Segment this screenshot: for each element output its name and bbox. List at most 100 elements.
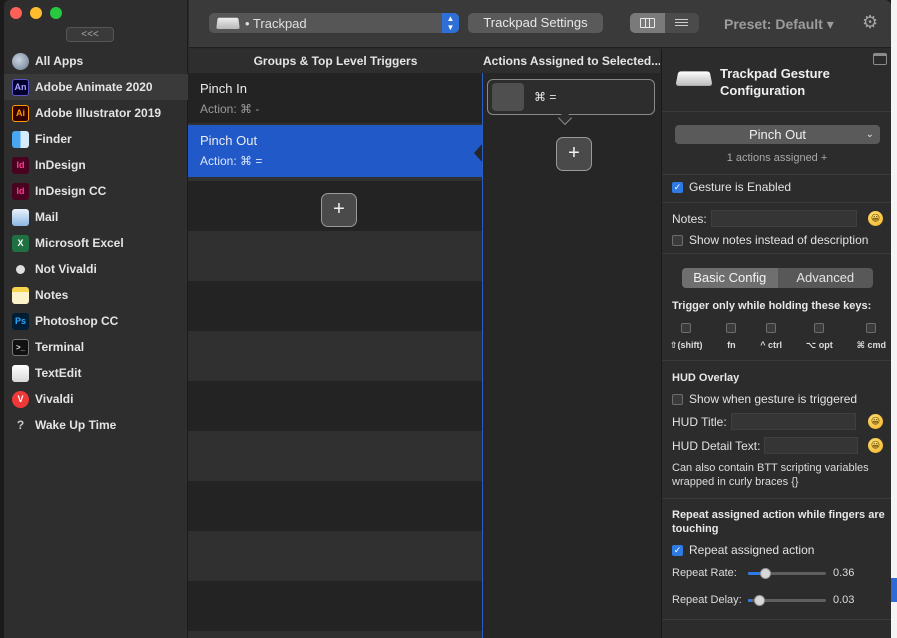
trigger-action: Action: ⌘ =: [200, 154, 263, 168]
trigger-action: Action: ⌘ -: [200, 102, 260, 116]
sidebar-item-vivaldi[interactable]: V Vivaldi: [4, 386, 188, 412]
config-title: Trackpad Gesture Configuration: [720, 66, 830, 98]
sidebar-item-label: Notes: [35, 288, 69, 302]
add-action-button[interactable]: +: [556, 137, 592, 171]
gesture-select-value: Pinch Out: [748, 127, 807, 142]
sidebar-item-label: Photoshop CC: [35, 314, 119, 328]
columns-icon: [639, 18, 655, 28]
gear-icon[interactable]: ⚙: [862, 12, 878, 33]
list-row-background: [188, 381, 482, 431]
sidebar-item-finder[interactable]: Finder: [4, 126, 188, 152]
sidebar-item-label: Adobe Illustrator 2019: [35, 106, 162, 120]
globe-icon: [12, 52, 29, 70]
toolbar: • Trackpad ▲ ▼ Trackpad Settings Preset: …: [189, 0, 891, 48]
view-mode-toggle: [630, 13, 699, 33]
btt-window: <<< All Apps An Adobe Animate 2020 Ai Ad…: [4, 0, 891, 638]
sidebar-item-adobe-animate[interactable]: An Adobe Animate 2020: [4, 74, 188, 100]
sidebar-item-label: InDesign: [35, 158, 86, 172]
vivaldi-icon: V: [12, 390, 29, 408]
collapse-sidebar-button[interactable]: <<<: [66, 27, 114, 42]
actions-assigned-count[interactable]: 1 actions assigned +: [662, 152, 891, 164]
sidebar-item-photoshop-cc[interactable]: Ps Photoshop CC: [4, 308, 188, 334]
sidebar-item-label: All Apps: [35, 54, 84, 68]
hud-section: [662, 361, 891, 499]
dot-icon: [16, 264, 25, 274]
trigger-name: Pinch Out: [200, 133, 258, 148]
mail-icon: [12, 208, 29, 226]
enabled-section: [662, 175, 891, 203]
zoom-window-button[interactable]: [50, 7, 62, 19]
sidebar-item-label: TextEdit: [35, 366, 82, 380]
device-select[interactable]: • Trackpad ▲ ▼: [209, 13, 459, 33]
config-header: Trackpad Gesture Configuration: [662, 49, 891, 112]
close-window-button[interactable]: [10, 7, 22, 19]
terminal-icon: >_: [12, 338, 29, 356]
trackpad-icon: [216, 17, 240, 30]
indesign-icon: Id: [12, 156, 29, 174]
sidebar-item-terminal[interactable]: >_ Terminal: [4, 334, 188, 360]
column-view-button[interactable]: [630, 13, 665, 33]
sidebar-item-label: InDesign CC: [35, 184, 107, 198]
list-row-background: [188, 581, 482, 631]
list-view-button[interactable]: [664, 13, 699, 33]
trigger-name: Pinch In: [200, 81, 247, 96]
updown-chevron-icon: ▲ ▼: [442, 13, 459, 33]
sidebar-item-not-vivaldi[interactable]: Not Vivaldi: [4, 256, 188, 282]
list-icon: [675, 18, 689, 28]
gesture-select[interactable]: Pinch Out ⌄: [675, 125, 880, 144]
adobe-animate-icon: An: [12, 78, 29, 96]
notes-icon: [12, 286, 29, 304]
app-list: All Apps An Adobe Animate 2020 Ai Adobe …: [4, 48, 188, 438]
actions-list: ⌘ = +: [482, 73, 661, 638]
preset-selector[interactable]: Preset: Default ▾: [724, 16, 834, 33]
sidebar-item-label: Microsoft Excel: [35, 236, 124, 250]
triggers-list: Pinch In Action: ⌘ - Pinch Out Action: ⌘…: [188, 73, 483, 638]
sidebar-item-label: Adobe Animate 2020: [35, 80, 153, 94]
action-label: ⌘ =: [534, 90, 557, 104]
sidebar-item-wake-up-time[interactable]: ? Wake Up Time: [4, 412, 188, 438]
action-thumbnail: [492, 83, 524, 111]
sidebar-item-adobe-illustrator[interactable]: Ai Adobe Illustrator 2019: [4, 100, 188, 126]
list-row-background: [188, 481, 482, 531]
sidebar-item-label: Wake Up Time: [35, 418, 117, 432]
sidebar-item-notes[interactable]: Notes: [4, 282, 188, 308]
chevron-down-icon: ⌄: [865, 129, 874, 140]
add-trigger-button[interactable]: +: [321, 193, 357, 227]
window-controls: [10, 7, 62, 19]
device-select-value: • Trackpad: [245, 15, 307, 31]
sidebar-item-textedit[interactable]: TextEdit: [4, 360, 188, 386]
trigger-row-pinch-in[interactable]: Pinch In Action: ⌘ -: [188, 73, 482, 125]
finder-icon: [12, 130, 29, 148]
excel-icon: X: [12, 234, 29, 252]
sidebar-item-label: Vivaldi: [35, 392, 74, 406]
question-mark-icon: ?: [16, 418, 25, 432]
basic-config-section: [662, 254, 891, 361]
minimize-window-button[interactable]: [30, 7, 42, 19]
detach-window-icon[interactable]: [873, 53, 887, 65]
gesture-config-panel: Trackpad Gesture Configuration Pinch Out…: [661, 49, 891, 638]
trackpad-icon: [675, 71, 713, 86]
trackpad-settings-button[interactable]: Trackpad Settings: [468, 13, 603, 33]
sidebar-item-label: Terminal: [35, 340, 85, 354]
sidebar-item-microsoft-excel[interactable]: X Microsoft Excel: [4, 230, 188, 256]
app-sidebar: <<< All Apps An Adobe Animate 2020 Ai Ad…: [4, 0, 188, 638]
textedit-icon: [12, 364, 29, 382]
sidebar-item-label: Not Vivaldi: [35, 262, 97, 276]
adobe-illustrator-icon: Ai: [12, 104, 29, 122]
background-window-edge: [891, 0, 897, 638]
photoshop-icon: Ps: [12, 312, 29, 330]
notes-section: [662, 203, 891, 254]
sidebar-item-indesign[interactable]: Id InDesign: [4, 152, 188, 178]
repeat-section: [662, 499, 891, 620]
sidebar-item-label: Finder: [35, 132, 72, 146]
sidebar-item-all-apps[interactable]: All Apps: [4, 48, 188, 74]
triggers-column-header: Groups & Top Level Triggers: [189, 49, 482, 73]
sidebar-item-indesign-cc[interactable]: Id InDesign CC: [4, 178, 188, 204]
sidebar-item-mail[interactable]: Mail: [4, 204, 188, 230]
list-row-background: [188, 281, 482, 331]
action-item[interactable]: ⌘ =: [487, 79, 655, 115]
actions-column-header: Actions Assigned to Selected...: [483, 49, 660, 73]
trigger-row-pinch-out[interactable]: Pinch Out Action: ⌘ =: [188, 125, 483, 177]
sidebar-item-label: Mail: [35, 210, 59, 224]
background-window-accent: [891, 578, 897, 602]
